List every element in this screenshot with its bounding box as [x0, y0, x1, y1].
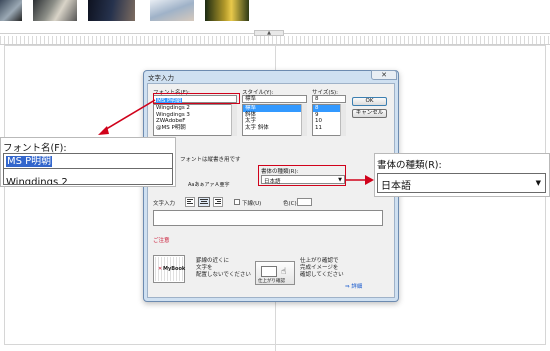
callout-arrows [98, 99, 374, 185]
arrow-head [365, 175, 374, 185]
arrow-line [102, 99, 156, 132]
arrow-head [98, 126, 109, 135]
